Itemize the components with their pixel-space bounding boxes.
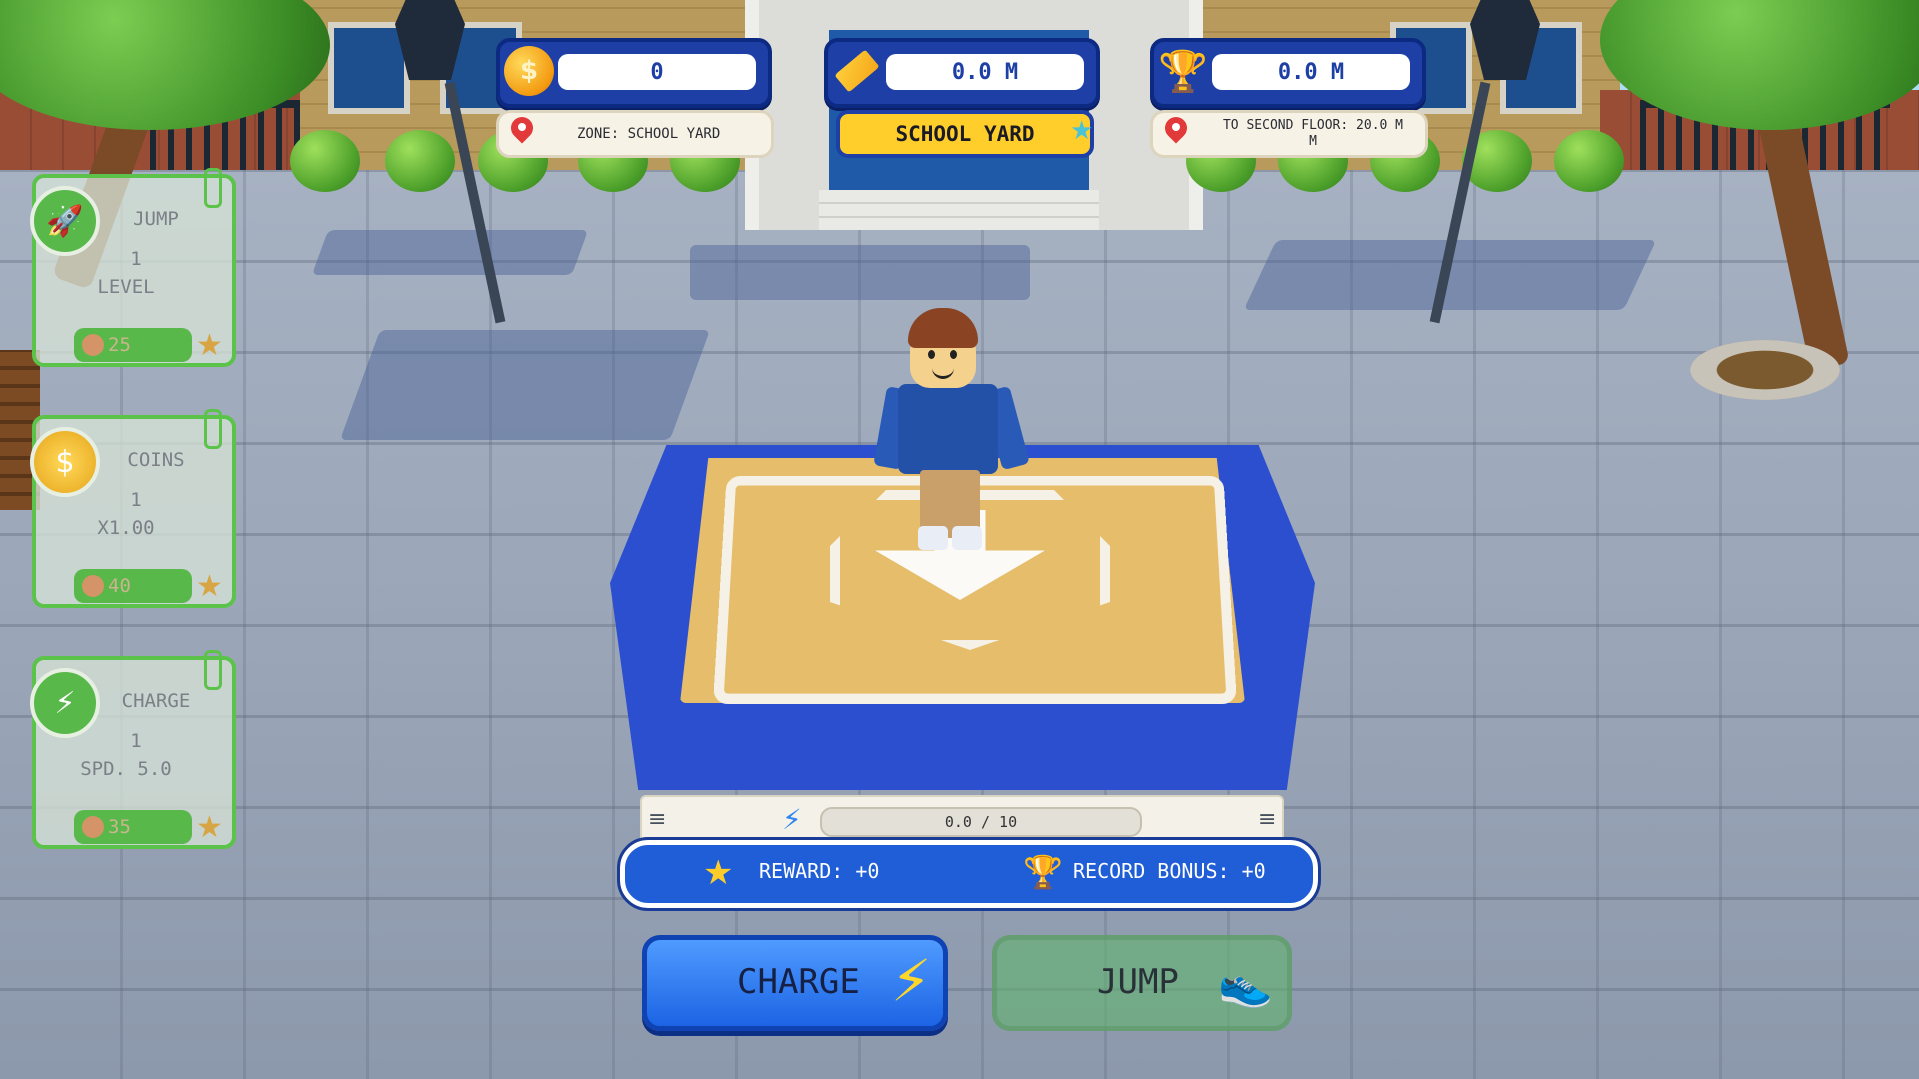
coin-icon bbox=[82, 575, 104, 597]
paperclip-icon bbox=[204, 650, 222, 690]
star-icon: ★ bbox=[703, 853, 734, 893]
entrance-steps bbox=[819, 190, 1099, 230]
record-counter: 🏆 0.0 M bbox=[1150, 38, 1426, 108]
upgrade-cost: 25 bbox=[108, 334, 131, 356]
jump-button-label: JUMP bbox=[1097, 962, 1179, 1002]
record-bonus-label: RECORD BONUS: +0 bbox=[1073, 859, 1266, 883]
trophy-icon: 🏆 bbox=[1158, 48, 1208, 95]
character-shoe bbox=[918, 526, 948, 550]
coin-icon: $ bbox=[504, 46, 554, 96]
jump-button[interactable]: JUMP 👟 bbox=[992, 935, 1292, 1031]
hedge-bush bbox=[385, 130, 455, 192]
upgrade-detail: X1.00 bbox=[97, 517, 155, 539]
upgrade-cost: 35 bbox=[108, 816, 131, 838]
height-counter: 0.0 M bbox=[824, 38, 1100, 108]
lamp-shadow bbox=[311, 230, 589, 275]
upgrade-detail: SPD. 5.0 bbox=[80, 758, 172, 780]
coin-icon bbox=[82, 334, 104, 356]
charge-progress-track: 0.0 / 10 bbox=[820, 807, 1142, 837]
character-eye bbox=[950, 350, 957, 359]
rocket-icon: 🚀 bbox=[30, 186, 100, 256]
upgrade-level: 1 bbox=[130, 248, 142, 270]
zone-indicator: ZONE: SCHOOL YARD bbox=[496, 110, 774, 158]
hinge-icon: ≡ bbox=[648, 807, 667, 832]
player-character bbox=[873, 308, 1030, 558]
lightning-icon: ⚡ bbox=[891, 940, 931, 1017]
hinge-icon: ≡ bbox=[1258, 807, 1277, 832]
character-torso bbox=[898, 384, 998, 474]
upgrade-level: 1 bbox=[130, 489, 142, 511]
coins-value: 0 bbox=[558, 54, 756, 90]
upgrade-cost: 40 bbox=[108, 575, 131, 597]
tree-shadow bbox=[339, 330, 711, 440]
zone-banner: SCHOOL YARD bbox=[836, 110, 1094, 158]
star-icon: ★ bbox=[1070, 116, 1094, 146]
upgrade-card-jump[interactable]: 🚀 JUMP 1 LEVEL 25 ★ bbox=[30, 168, 236, 367]
tree-planter bbox=[1690, 340, 1840, 400]
location-pin-icon bbox=[1163, 117, 1189, 149]
character-mouth bbox=[932, 366, 954, 379]
building-shadow bbox=[690, 245, 1030, 300]
height-value: 0.0 M bbox=[886, 54, 1084, 90]
character-shoe bbox=[952, 526, 982, 550]
upgrade-detail: LEVEL bbox=[97, 276, 155, 298]
next-target-label: TO SECOND FLOOR: 20.0 M M bbox=[1222, 118, 1403, 149]
paperclip-icon bbox=[204, 168, 222, 208]
charge-button[interactable]: CHARGE ⚡ bbox=[642, 935, 948, 1031]
character-eye bbox=[928, 350, 935, 359]
upgrade-buy-button[interactable]: 40 bbox=[74, 569, 192, 603]
charge-button-label: CHARGE bbox=[737, 962, 860, 1002]
coin-icon: $ bbox=[30, 427, 100, 497]
record-value: 0.0 M bbox=[1212, 54, 1410, 90]
upgrade-card-charge[interactable]: ⚡ CHARGE 1 SPD. 5.0 35 ★ bbox=[30, 650, 236, 849]
zone-label: ZONE: SCHOOL YARD bbox=[577, 126, 721, 142]
reward-label: REWARD: +0 bbox=[759, 859, 880, 883]
upgrade-title: COINS bbox=[127, 449, 185, 471]
coins-counter: $ 0 bbox=[496, 38, 772, 108]
upgrade-level: 1 bbox=[130, 730, 142, 752]
battery-icon: ⚡ bbox=[30, 668, 100, 738]
upgrade-buy-button[interactable]: 35 bbox=[74, 810, 192, 844]
next-target-indicator: TO SECOND FLOOR: 20.0 M M bbox=[1150, 110, 1428, 158]
lightning-icon: ⚡ bbox=[782, 803, 802, 836]
star-icon: ★ bbox=[196, 569, 223, 604]
paperclip-icon bbox=[204, 409, 222, 449]
upgrade-title: CHARGE bbox=[121, 690, 191, 712]
upgrade-buy-button[interactable]: 25 bbox=[74, 328, 192, 362]
star-icon: ★ bbox=[196, 328, 223, 363]
reward-panel: ★ REWARD: +0 🏆 RECORD BONUS: +0 bbox=[617, 837, 1321, 911]
location-pin-icon bbox=[509, 117, 535, 149]
star-icon: ★ bbox=[196, 810, 223, 845]
coin-icon bbox=[82, 816, 104, 838]
upgrade-card-coins[interactable]: $ COINS 1 X1.00 40 ★ bbox=[30, 409, 236, 608]
upgrade-title: JUMP bbox=[133, 208, 179, 230]
ruler-icon bbox=[834, 49, 880, 93]
hedge-bush bbox=[1554, 130, 1624, 192]
hedge-bush bbox=[290, 130, 360, 192]
charge-progress-text: 0.0 / 10 bbox=[944, 813, 1018, 831]
character-hair bbox=[908, 308, 978, 348]
window bbox=[328, 22, 410, 114]
trophy-icon: 🏆 bbox=[1023, 853, 1063, 891]
sneaker-icon: 👟 bbox=[1218, 959, 1273, 1010]
game-world bbox=[0, 0, 1919, 1079]
